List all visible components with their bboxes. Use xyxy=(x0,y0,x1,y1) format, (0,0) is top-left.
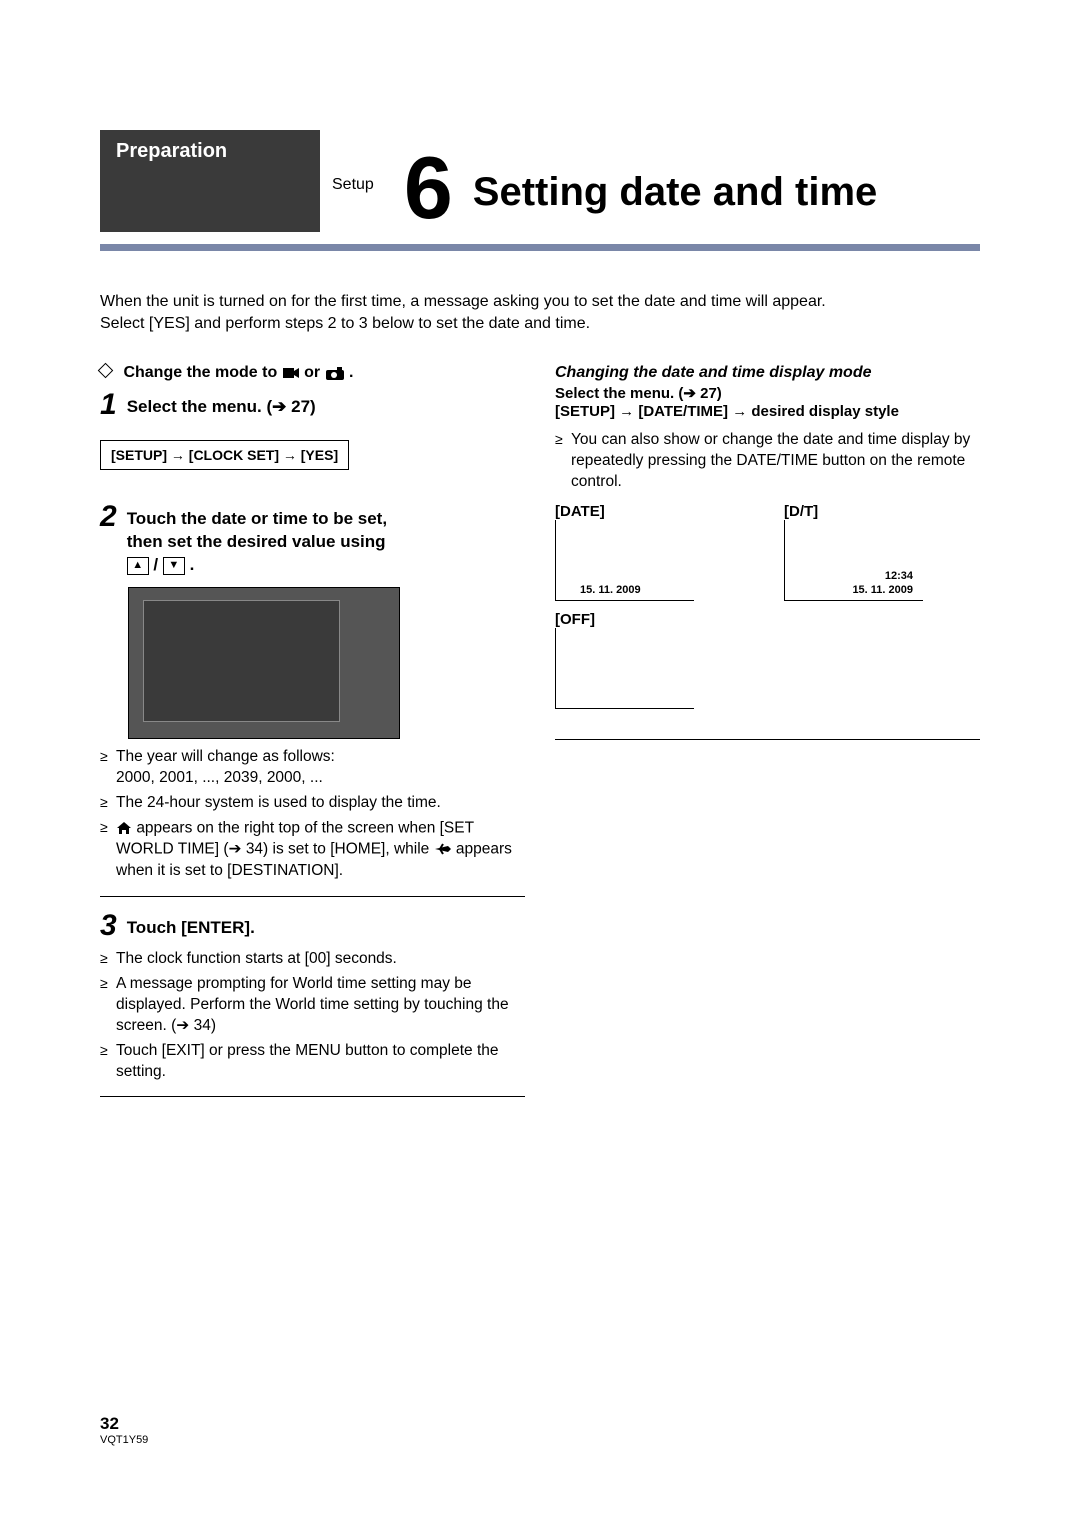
change-mode-pre: Change the mode to xyxy=(123,364,281,381)
right-column: Changing the date and time display mode … xyxy=(555,364,980,1111)
mode-date-label: [DATE] xyxy=(555,503,694,520)
intro-line2: Select [YES] and perform steps 2 to 3 be… xyxy=(100,315,590,332)
divider-1 xyxy=(100,896,525,897)
diamond-bullet-icon xyxy=(98,363,114,379)
down-arrow-icon: ▼ xyxy=(163,557,185,575)
page-footer: 32 VQT1Y59 xyxy=(100,1414,148,1446)
bullet-year: The year will change as follows: 2000, 2… xyxy=(100,747,525,789)
bullet-remote: You can also show or change the date and… xyxy=(555,430,980,493)
mode-date: [DATE] 15. 11. 2009 xyxy=(555,503,694,601)
step-2: 2 Touch the date or time to be set, then… xyxy=(100,502,525,577)
chapter-number: 6 xyxy=(404,144,453,232)
setup-label: Setup xyxy=(332,176,374,232)
right-menu-path: [SETUP] → [DATE/TIME] → desired display … xyxy=(555,402,980,422)
intro-text: When the unit is turned on for the first… xyxy=(100,291,980,334)
lcd-inner xyxy=(143,600,340,722)
divider-right xyxy=(555,739,980,740)
bullet-worldtime-a: appears on the right top of the screen w… xyxy=(116,820,474,858)
manual-page: Preparation Setup 6 Setting date and tim… xyxy=(0,0,1080,1526)
bullet-24h: The 24-hour system is used to display th… xyxy=(100,793,525,814)
step-1: 1 Select the menu. (➔ 27) xyxy=(100,390,525,420)
bullet-clock00: The clock function starts at [00] second… xyxy=(100,949,525,970)
left-column: Change the mode to or . 1 Select the men… xyxy=(100,364,525,1111)
right-select-menu: Select the menu. (➔ 27) xyxy=(555,384,980,402)
step-2-slash: / xyxy=(153,555,162,574)
step-2-bullets: The year will change as follows: 2000, 2… xyxy=(100,747,525,882)
step-3-number: 3 xyxy=(100,911,117,941)
step-1-number: 1 xyxy=(100,390,117,420)
mode-off-label: [OFF] xyxy=(555,611,980,628)
lcd-screenshot xyxy=(128,587,400,739)
intro-line1: When the unit is turned on for the first… xyxy=(100,293,826,310)
step-2-end: . xyxy=(190,555,195,574)
right-subheading: Changing the date and time display mode xyxy=(555,364,980,382)
step-3: 3 Touch [ENTER]. xyxy=(100,911,525,941)
preparation-box: Preparation xyxy=(100,130,320,232)
mode-off: [OFF] xyxy=(555,611,980,709)
bullet-worldprompt: A message prompting for World time setti… xyxy=(100,974,525,1037)
page-title: Setting date and time xyxy=(473,170,878,232)
up-arrow-icon: ▲ xyxy=(127,557,149,575)
step-2-text-l1: Touch the date or time to be set, xyxy=(127,509,387,528)
mode-off-box xyxy=(555,628,694,709)
plane-icon xyxy=(434,839,452,860)
divider-2 xyxy=(100,1096,525,1097)
mode-dt-label: [D/T] xyxy=(784,503,923,520)
mode-dt-box: 12:34 15. 11. 2009 xyxy=(784,520,923,601)
content-columns: Change the mode to or . 1 Select the men… xyxy=(100,364,980,1111)
page-number: 32 xyxy=(100,1414,148,1434)
change-mode-post: . xyxy=(349,364,353,381)
step-2-text-l2: then set the desired value using xyxy=(127,532,386,551)
mode-dt-time: 12:34 xyxy=(885,570,913,582)
mode-dt: [D/T] 12:34 15. 11. 2009 xyxy=(784,503,923,601)
change-mode-or: or xyxy=(304,364,324,381)
bullet-exit: Touch [EXIT] or press the MENU button to… xyxy=(100,1041,525,1083)
mode-date-box: 15. 11. 2009 xyxy=(555,520,694,601)
menu-path-clockset: [SETUP] → [CLOCK SET] → [YES] xyxy=(100,440,349,470)
step-2-text: Touch the date or time to be set, then s… xyxy=(127,502,387,577)
home-icon xyxy=(116,818,132,839)
right-bullets: You can also show or change the date and… xyxy=(555,430,980,493)
bullet-worldtime: appears on the right top of the screen w… xyxy=(100,818,525,882)
step-3-text: Touch [ENTER]. xyxy=(127,911,255,940)
video-mode-icon xyxy=(282,364,300,382)
camera-mode-icon xyxy=(325,364,345,382)
accent-bar xyxy=(100,244,980,251)
mode-date-stamp: 15. 11. 2009 xyxy=(580,584,641,596)
step-3-bullets: The clock function starts at [00] second… xyxy=(100,949,525,1083)
display-mode-row: [DATE] 15. 11. 2009 [D/T] 12:34 15. 11. … xyxy=(555,503,980,601)
change-mode-line: Change the mode to or . xyxy=(100,364,525,382)
doc-code: VQT1Y59 xyxy=(100,1434,148,1446)
step-1-text: Select the menu. (➔ 27) xyxy=(127,390,316,419)
step-2-number: 2 xyxy=(100,502,117,532)
mode-dt-date: 15. 11. 2009 xyxy=(852,584,913,596)
chapter-header: Preparation Setup 6 Setting date and tim… xyxy=(100,130,980,232)
